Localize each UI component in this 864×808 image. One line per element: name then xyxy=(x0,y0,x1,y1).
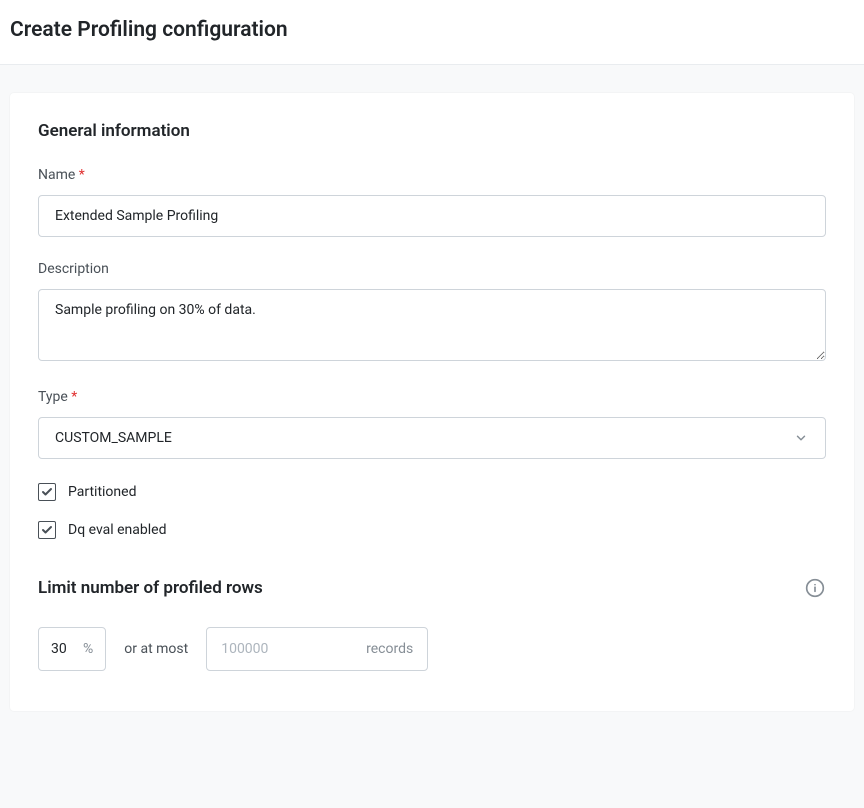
page-header: Create Profiling configuration xyxy=(0,0,864,65)
records-input[interactable] xyxy=(221,641,366,657)
limit-section: Limit number of profiled rows % or at mo… xyxy=(38,577,826,671)
name-label: Name * xyxy=(38,167,826,183)
percent-unit: % xyxy=(83,641,93,657)
records-unit: records xyxy=(366,641,413,657)
description-input[interactable]: Sample profiling on 30% of data. xyxy=(38,289,826,361)
type-select-wrapper: CUSTOM_SAMPLE xyxy=(38,417,826,459)
type-field: Type * CUSTOM_SAMPLE xyxy=(38,389,826,459)
name-input[interactable] xyxy=(38,195,826,237)
form-card: General information Name * Description S… xyxy=(10,93,854,711)
content-area: General information Name * Description S… xyxy=(0,65,864,721)
description-label: Description xyxy=(38,261,826,277)
required-asterisk: * xyxy=(79,167,85,183)
limit-header: Limit number of profiled rows xyxy=(38,577,826,599)
dq-eval-checkbox[interactable] xyxy=(38,521,56,539)
dq-eval-label: Dq eval enabled xyxy=(68,522,166,538)
partitioned-row: Partitioned xyxy=(38,483,826,501)
or-at-most-label: or at most xyxy=(124,641,188,657)
type-label: Type * xyxy=(38,389,826,405)
percent-input[interactable] xyxy=(51,641,83,657)
records-input-group: records xyxy=(206,627,428,671)
limit-row: % or at most records xyxy=(38,627,826,671)
general-section-title: General information xyxy=(38,121,826,141)
name-field: Name * xyxy=(38,167,826,237)
page-title: Create Profiling configuration xyxy=(10,18,854,42)
limit-title: Limit number of profiled rows xyxy=(38,578,263,598)
partitioned-checkbox[interactable] xyxy=(38,483,56,501)
description-field: Description Sample profiling on 30% of d… xyxy=(38,261,826,365)
info-icon[interactable] xyxy=(804,577,826,599)
required-asterisk: * xyxy=(71,389,77,405)
partitioned-label: Partitioned xyxy=(68,484,136,500)
percent-input-group: % xyxy=(38,627,106,671)
type-select[interactable]: CUSTOM_SAMPLE xyxy=(38,417,826,459)
dq-eval-row: Dq eval enabled xyxy=(38,521,826,539)
